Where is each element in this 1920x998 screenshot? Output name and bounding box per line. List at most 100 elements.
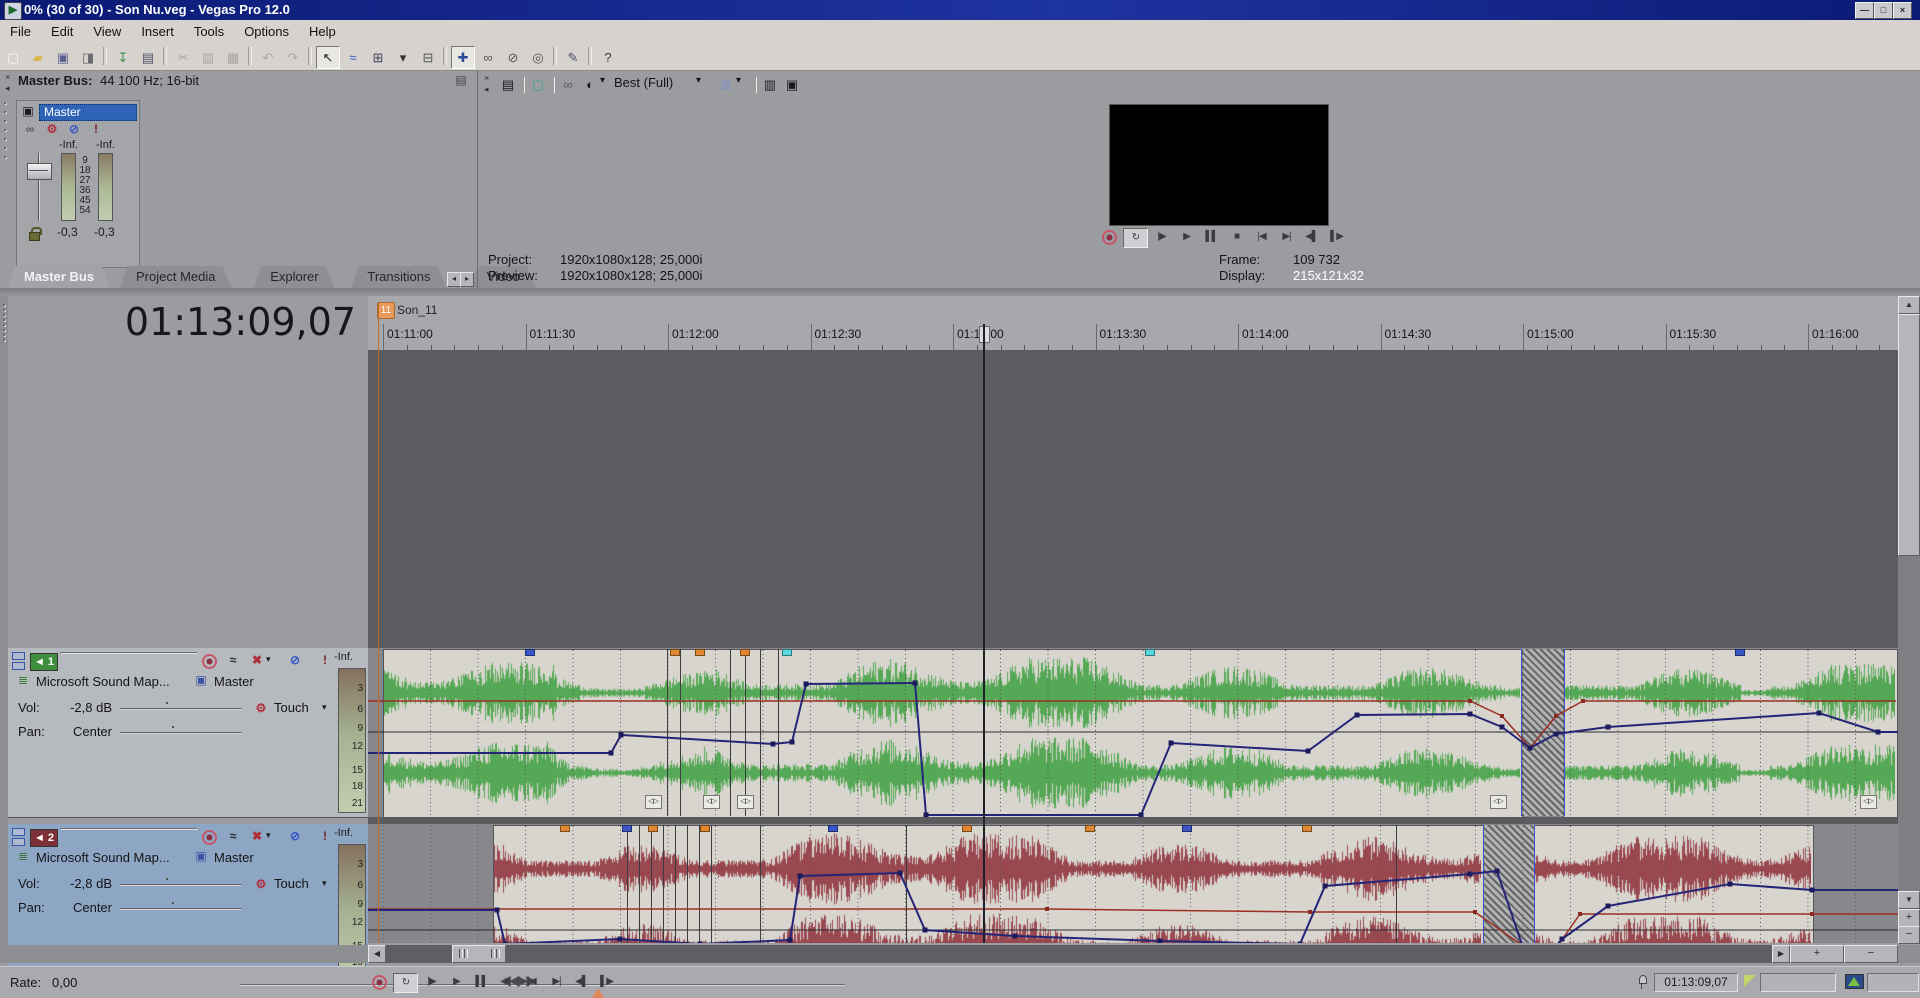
event-marker-icon[interactable] <box>1085 825 1095 832</box>
close-button[interactable]: × <box>1893 2 1912 19</box>
selection-grip-icon[interactable] <box>1744 975 1756 987</box>
pan-slider[interactable] <box>120 908 242 910</box>
timeline-zoom-in-button[interactable]: + <box>1790 945 1844 963</box>
expand-track-layers-icon[interactable]: ⊟ <box>416 46 440 69</box>
track-header-1[interactable]: ◄ 1≈✖⊘!▾-Inf.36912151821≣Microsoft Sound… <box>8 648 368 818</box>
tab-master-bus[interactable]: Master Bus <box>8 266 110 288</box>
event-marker-icon[interactable] <box>670 649 680 656</box>
dock-close-icon[interactable]: × <box>484 74 489 83</box>
hscroll-thumb[interactable] <box>452 945 506 963</box>
event-marker-icon[interactable] <box>740 649 750 656</box>
dock-pin-icon[interactable]: ◂ <box>5 84 10 93</box>
tab-scroll-left-icon[interactable]: ◂ <box>447 272 461 287</box>
event-marker-icon[interactable] <box>695 649 705 656</box>
external-monitor-icon[interactable]: ▢ <box>527 74 549 96</box>
event-marker-icon[interactable] <box>1145 649 1155 656</box>
video-fx-icon[interactable]: ∞ <box>557 74 579 96</box>
play-button[interactable]: ▶ <box>445 973 468 991</box>
vscroll-thumb[interactable] <box>1898 314 1920 556</box>
event-marker-icon[interactable] <box>828 825 838 832</box>
go-to-end-button[interactable]: ▶| <box>545 973 568 991</box>
playhead-line[interactable] <box>983 324 985 943</box>
track-fx-icon[interactable]: ✖ <box>248 652 266 668</box>
redo-icon[interactable]: ↷ <box>281 46 305 69</box>
track-device-name[interactable]: Microsoft Sound Map... <box>36 674 194 690</box>
track-zoom-in-button[interactable]: + <box>1898 909 1920 927</box>
vol-slider[interactable] <box>120 708 242 710</box>
track-device-name[interactable]: Microsoft Sound Map... <box>36 850 194 866</box>
track-fx-dropdown-icon[interactable]: ▾ <box>266 830 276 844</box>
copy-icon[interactable]: ▥ <box>196 46 220 69</box>
event-fade-handle-icon[interactable]: ◁▷ <box>1860 795 1877 809</box>
menu-tools[interactable]: Tools <box>184 20 234 44</box>
event-marker-icon[interactable] <box>1182 825 1192 832</box>
event-marker-icon[interactable] <box>1302 825 1312 832</box>
previous-frame-button[interactable]: ◀▌ <box>1300 228 1323 246</box>
menu-edit[interactable]: Edit <box>41 20 83 44</box>
quality-dropdown-arrow-icon[interactable]: ▾ <box>696 75 706 91</box>
record-button[interactable] <box>1098 228 1121 246</box>
arm-record-icon[interactable] <box>200 652 218 668</box>
auto-preview-icon[interactable] <box>1845 974 1864 989</box>
vscroll-up-button[interactable]: ▲ <box>1898 296 1920 314</box>
preview-quality-select[interactable]: Best (Full) <box>614 75 692 93</box>
master-meter-right[interactable] <box>98 153 113 221</box>
event-marker-icon[interactable] <box>622 825 632 832</box>
automation-settings-icon[interactable]: ⚙ <box>43 121 61 137</box>
vertical-scrollbar[interactable]: ▲▼+− <box>1898 296 1920 943</box>
stop-button[interactable]: ■ <box>495 973 518 991</box>
whats-this-icon[interactable]: ? <box>596 46 620 69</box>
preview-props-icon[interactable]: ▤ <box>497 74 519 96</box>
tab-transitions[interactable]: Transitions <box>351 266 446 288</box>
menu-help[interactable]: Help <box>299 20 346 44</box>
overlay-grid-icon[interactable]: ⊞ <box>715 74 737 96</box>
stop-button[interactable]: ■ <box>1225 228 1248 246</box>
overlay-dropdown-arrow-icon[interactable]: ▾ <box>736 75 746 91</box>
track-bus-icon[interactable]: ▣ <box>192 672 210 688</box>
big-timecode[interactable]: 01:13:09,07 <box>8 296 368 350</box>
play-from-start-button[interactable]: |▶ <box>1150 228 1173 246</box>
audio-event[interactable] <box>1534 825 1814 943</box>
go-to-start-button[interactable]: |◀ <box>520 973 543 991</box>
track-mute-icon[interactable]: ⊘ <box>286 652 304 668</box>
mute-icon[interactable]: ⊘ <box>65 121 83 137</box>
next-frame-button[interactable]: ▌▶ <box>595 973 618 991</box>
hscroll-right-button[interactable]: ▶ <box>1772 945 1790 963</box>
automation-dropdown-icon[interactable]: ▾ <box>322 702 332 716</box>
bus-list-icon[interactable]: ▤ <box>452 72 470 88</box>
pan-slider-thumb[interactable] <box>172 902 174 904</box>
hscroll-groove[interactable] <box>368 945 1898 963</box>
pan-slider-thumb[interactable] <box>172 726 174 728</box>
track-solo-icon[interactable]: ! <box>316 828 334 844</box>
track-zoom-out-button[interactable]: − <box>1898 926 1920 944</box>
zoom-tool-icon[interactable]: ◎ <box>526 46 550 69</box>
event-fade-handle-icon[interactable]: ◁▷ <box>1490 795 1507 809</box>
go-to-start-button[interactable]: |◀ <box>1250 228 1273 246</box>
master-fx-icon[interactable]: ▣ <box>19 103 37 119</box>
track-bus-name[interactable]: Master <box>214 850 274 866</box>
menu-options[interactable]: Options <box>234 20 299 44</box>
event-marker-icon[interactable] <box>700 825 710 832</box>
save-snapshot-icon[interactable]: ▣ <box>781 74 803 96</box>
automation-dropdown-icon[interactable]: ▾ <box>322 878 332 892</box>
quality-dropdown-arrow-icon[interactable]: ▾ <box>600 75 610 91</box>
fader-lock-icon[interactable] <box>29 227 41 239</box>
event-fade-handle-icon[interactable]: ◁▷ <box>645 795 662 809</box>
automation-mode-select[interactable]: Touch <box>274 876 318 892</box>
menu-file[interactable]: File <box>0 20 41 44</box>
title-bar[interactable]: ▶ 0% (30 of 30) - Son Nu.veg - Vegas Pro… <box>0 0 1920 20</box>
track-fx-icon[interactable]: ✖ <box>248 828 266 844</box>
import-media-icon[interactable]: ↧ <box>111 46 135 69</box>
event-marker-icon[interactable] <box>560 825 570 832</box>
undo-icon[interactable]: ↶ <box>256 46 280 69</box>
pin-icon[interactable] <box>1638 975 1646 989</box>
event-fade-handle-icon[interactable]: ◁▷ <box>737 795 754 809</box>
event-marker-icon[interactable] <box>782 649 792 656</box>
selection-edit-tool-icon[interactable]: ⊞ <box>366 46 390 69</box>
tab-explorer[interactable]: Explorer <box>254 266 334 288</box>
paint-tool-icon[interactable]: ✎ <box>561 46 585 69</box>
cut-icon[interactable]: ✂ <box>171 46 195 69</box>
go-to-end-button[interactable]: ▶| <box>1275 228 1298 246</box>
track-name-field[interactable] <box>60 652 198 654</box>
event-marker-icon[interactable] <box>648 825 658 832</box>
